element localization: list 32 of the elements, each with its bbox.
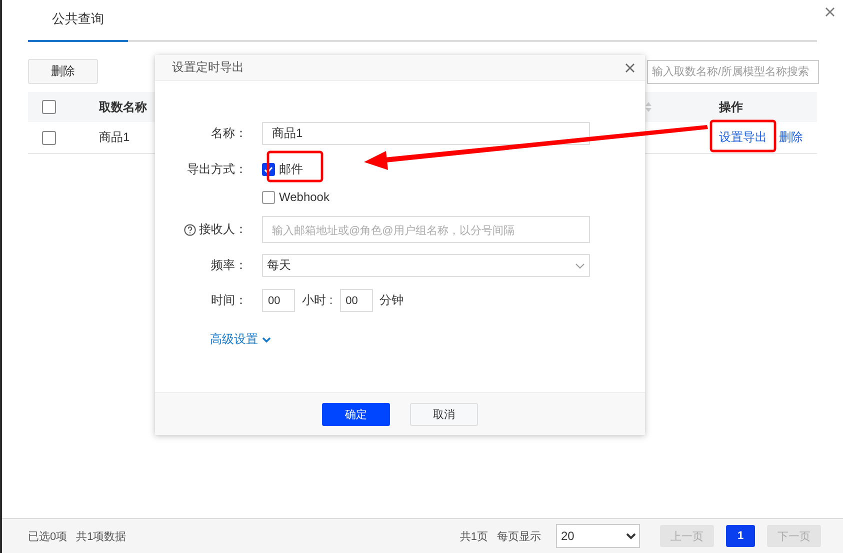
hour-field[interactable]: 00 [262, 289, 295, 312]
unit-label: 分钟 [380, 292, 404, 309]
checkbox-label: Webhook [279, 190, 330, 204]
field-label: 接收人： [199, 221, 247, 238]
input-field[interactable]: 输入邮箱地址或@角色@用户组名称，以分号间隔 [262, 216, 590, 243]
checkbox-label: 邮件 [279, 161, 303, 178]
unit-label: 小时 : [302, 292, 333, 309]
advanced-link[interactable]: 高级设置 [210, 331, 258, 348]
tab[interactable]: 公共查询 [28, 0, 128, 42]
total-count: 共1项数据 [76, 530, 126, 544]
action-link[interactable]: 设置导出 [719, 129, 767, 146]
field-label: 名称： [211, 125, 247, 142]
minute-field[interactable]: 00 [340, 289, 373, 312]
confirm-button[interactable]: 确定 [322, 402, 390, 426]
input-field[interactable]: 商品1 [262, 122, 590, 145]
table-cell: 商品1 [99, 129, 130, 146]
delete-button[interactable]: 删除 [28, 59, 98, 84]
page-button[interactable]: 1 [726, 525, 755, 547]
field-label: 时间： [211, 292, 247, 309]
per-page-select[interactable]: 20 [556, 524, 640, 548]
field-label: 导出方式： [187, 161, 247, 178]
cancel-button[interactable]: 取消 [410, 402, 478, 426]
field-label: 频率： [211, 257, 247, 274]
column-header: 操作 [719, 98, 743, 116]
frequency-select[interactable]: 每天 [262, 254, 590, 277]
action-link[interactable]: 删除 [779, 129, 803, 146]
search-field[interactable]: 输入取数名称/所属模型名称搜索 [647, 60, 819, 84]
column-header: 取数名称 [99, 98, 147, 116]
selected-count: 已选0项 [28, 530, 68, 544]
per-page-label: 每页显示 [497, 530, 541, 544]
dialog-title: 设置定时导出 [172, 59, 245, 76]
page-count: 共1页 [460, 530, 488, 544]
